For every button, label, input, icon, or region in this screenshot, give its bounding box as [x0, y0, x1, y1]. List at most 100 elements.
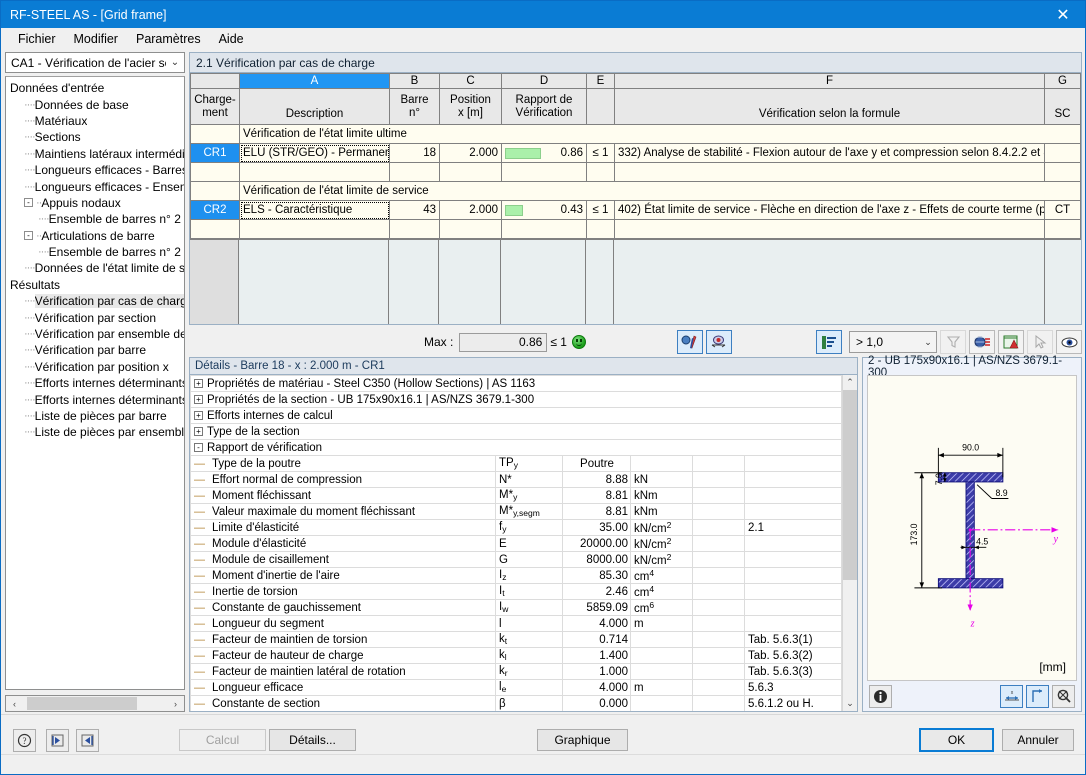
result-view-icon[interactable]: [676, 330, 703, 354]
help-icon[interactable]: ?: [13, 729, 36, 752]
col-letter-c[interactable]: C: [439, 73, 502, 89]
scroll-up-icon[interactable]: ⌃: [843, 375, 858, 390]
cell-description[interactable]: ELS - Caractéristique: [239, 200, 390, 220]
cell-member[interactable]: 43: [389, 200, 440, 220]
details-toggle-icon[interactable]: +: [194, 426, 203, 436]
section-drawing[interactable]: 90.0 173.0 7.0 8.9 4.5 y z [mm]: [867, 375, 1077, 681]
ok-button[interactable]: OK: [919, 728, 994, 752]
sidebar-item[interactable]: ····Maintiens latéraux intermédiaire: [6, 146, 184, 162]
details-vertical-scrollbar[interactable]: ⌃ ⌄: [842, 375, 857, 711]
sidebar-item[interactable]: ···· Sections: [6, 129, 184, 145]
col-letter-e[interactable]: E: [586, 73, 615, 89]
details-group-row[interactable]: + Efforts internes de calcul: [190, 407, 842, 424]
sidebar-item[interactable]: ····Données de l'état limite de serv: [6, 260, 184, 276]
annuler-button[interactable]: Annuler: [1002, 729, 1074, 751]
scroll-thumb[interactable]: [27, 697, 137, 710]
menu-item-aide[interactable]: Aide: [210, 30, 253, 48]
row-loading[interactable]: CR1: [190, 143, 240, 163]
details-group-row[interactable]: + Propriétés de matériau - Steel C350 (Ho…: [190, 375, 842, 392]
zoom-reset-icon[interactable]: [1052, 684, 1075, 708]
cell-position[interactable]: 2.000: [439, 143, 502, 163]
scroll-left-icon[interactable]: ‹: [6, 699, 23, 709]
sidebar-item[interactable]: Données d'entrée: [6, 80, 184, 96]
cell-description[interactable]: ELU (STR/GEO) - Permanent: [239, 143, 390, 163]
menu-item-parametres[interactable]: Paramètres: [127, 30, 210, 48]
details-group-row[interactable]: - Rapport de vérification: [190, 439, 842, 456]
details-row[interactable]: — Module d'élasticité E 20000.00 kN/cm2: [190, 535, 842, 552]
sidebar-item[interactable]: ···· Vérification par position x: [6, 359, 184, 375]
sidebar-item[interactable]: ···· Ensemble de barres n° 2 - F: [6, 244, 184, 260]
details-row[interactable]: — Constante de section β 0.000 5.6.1.2 ou H.: [190, 695, 842, 711]
sidebar-item[interactable]: ···· Vérification par cas de charge: [6, 293, 184, 309]
navigation-tree[interactable]: Données d'entrée ···· Données de base ···· M…: [5, 76, 185, 690]
close-icon[interactable]: ✕: [1041, 1, 1085, 28]
row-loading[interactable]: CR2: [190, 200, 240, 220]
case-selector-combo[interactable]: CA1 - Vérification de l'acier selo ⌄: [5, 52, 185, 73]
scroll-track[interactable]: [842, 390, 857, 696]
col-letter-a[interactable]: A: [239, 73, 390, 89]
details-row[interactable]: — Inertie de torsion It 2.46 cm4: [190, 583, 842, 600]
cell-member[interactable]: 18: [389, 143, 440, 163]
calcul-button[interactable]: Calcul: [179, 729, 266, 751]
sidebar-item[interactable]: ···· Vérification par section: [6, 309, 184, 325]
details-button[interactable]: Détails...: [269, 729, 356, 751]
graphique-button[interactable]: Graphique: [537, 729, 628, 751]
filter-threshold-combo[interactable]: > 1,0 ⌄: [849, 331, 937, 353]
next-icon[interactable]: [76, 729, 99, 752]
details-group-row[interactable]: + Propriétés de la section - UB 175x90x16…: [190, 391, 842, 408]
sidebar-item[interactable]: ···· Matériaux: [6, 113, 184, 129]
details-row[interactable]: — Valeur maximale du moment fléchissant M*…: [190, 503, 842, 520]
previous-icon[interactable]: [46, 729, 69, 752]
details-row[interactable]: — Type de la poutre TPy Poutre: [190, 455, 842, 472]
table-row[interactable]: CR2 ELS - Caractéristique 43 2.000 0.43 ≤ 1 40…: [190, 200, 1081, 220]
col-letter-d[interactable]: D: [501, 73, 587, 89]
sidebar-item[interactable]: ····Liste de pièces par ensemble d: [6, 424, 184, 440]
sidebar-item[interactable]: ···· Efforts internes déterminants p: [6, 375, 184, 391]
details-row[interactable]: — Moment fléchissant M*y 8.81 kNm: [190, 487, 842, 504]
col-letter-g[interactable]: G: [1044, 73, 1081, 89]
cell-ratio[interactable]: 0.86: [501, 143, 587, 163]
scroll-track[interactable]: [23, 696, 167, 711]
scroll-thumb[interactable]: [842, 390, 857, 580]
details-row[interactable]: — Limite d'élasticité fy 35.00 kN/cm2 2.1: [190, 519, 842, 536]
scroll-down-icon[interactable]: ⌄: [843, 696, 858, 711]
globe-results-icon[interactable]: [969, 330, 995, 354]
menu-item-fichier[interactable]: Fichier: [9, 30, 65, 48]
sidebar-item[interactable]: ···· Données de base: [6, 96, 184, 112]
details-row[interactable]: — Constante de gauchissement Iw 5859.09 cm6: [190, 599, 842, 616]
info-icon[interactable]: [869, 684, 892, 708]
sidebar-item[interactable]: ···· Vérification par barre: [6, 342, 184, 358]
dimension-x-icon[interactable]: x: [1000, 684, 1023, 708]
diagram-icon[interactable]: [705, 330, 732, 354]
details-group-row[interactable]: + Type de la section: [190, 423, 842, 440]
details-row[interactable]: — Facteur de maintien latéral de rotation…: [190, 663, 842, 680]
sidebar-item[interactable]: Résultats: [6, 277, 184, 293]
cell-position[interactable]: 2.000: [439, 200, 502, 220]
cell-ratio[interactable]: 0.43: [501, 200, 587, 220]
table-row[interactable]: CR1 ELU (STR/GEO) - Permanent 18 2.000 0.86 ≤…: [190, 143, 1081, 163]
details-row[interactable]: — Effort normal de compression N* 8.88 kN: [190, 471, 842, 488]
sidebar-item[interactable]: ···· Efforts internes déterminants p: [6, 391, 184, 407]
details-toggle-icon[interactable]: -: [194, 442, 203, 452]
funnel-icon[interactable]: [940, 330, 966, 354]
details-table-wrapper[interactable]: + Propriétés de matériau - Steel C350 (Ho…: [190, 375, 842, 711]
sidebar-item[interactable]: - ·· Articulations de barre: [6, 228, 184, 244]
tree-toggle-icon[interactable]: -: [24, 231, 33, 241]
axes-icon[interactable]: [1026, 684, 1049, 708]
details-row[interactable]: — Moment d'inertie de l'aire Iz 85.30 cm4: [190, 567, 842, 584]
tree-toggle-icon[interactable]: -: [24, 198, 33, 208]
visibility-icon[interactable]: [1056, 330, 1082, 354]
menu-item-modifier[interactable]: Modifier: [65, 30, 127, 48]
col-letter-b[interactable]: B: [389, 73, 440, 89]
color-bars-icon[interactable]: [816, 330, 842, 354]
sidebar-item[interactable]: ···· Ensemble de barres n° 2 - F: [6, 211, 184, 227]
details-toggle-icon[interactable]: +: [194, 394, 203, 404]
sidebar-item[interactable]: ····Vérification par ensemble de ba: [6, 326, 184, 342]
details-row[interactable]: — Longueur du segment l 4.000 m: [190, 615, 842, 632]
pointer-select-icon[interactable]: [1027, 330, 1053, 354]
details-row[interactable]: — Facteur de maintien de torsion kt 0.714 Ta…: [190, 631, 842, 648]
sidebar-item[interactable]: ···· Liste de pièces par barre: [6, 408, 184, 424]
excel-export-icon[interactable]: [998, 330, 1024, 354]
col-letter-f[interactable]: F: [614, 73, 1045, 89]
sidebar-item[interactable]: ····Longueurs efficaces - Ensemble: [6, 178, 184, 194]
